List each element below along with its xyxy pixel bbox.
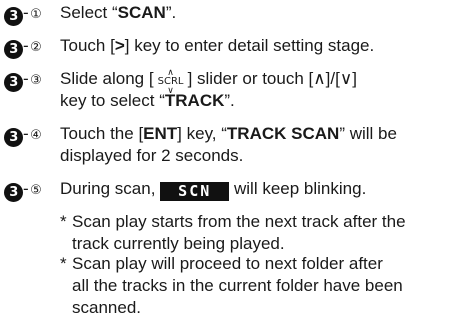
step-bullet-icon: 3 <box>4 7 23 26</box>
asterisk-icon: * <box>60 212 67 231</box>
step-4-line-2: displayed for 2 seconds. <box>60 146 244 165</box>
step-bullet-icon: 3 <box>4 128 23 147</box>
note-1: * Scan play starts from the next track a… <box>60 212 406 253</box>
note-2: * Scan play will proceed to next folder … <box>60 254 403 317</box>
step-number: 3-④ <box>4 123 60 147</box>
scan-indicator-badge: SCN <box>160 182 230 201</box>
step-number: 3-② <box>4 35 60 59</box>
step-bullet-icon: 3 <box>4 183 23 202</box>
step-number: 3-⑤ <box>4 178 60 202</box>
step-2: 3- ② Touch [>] key to enter detail setting… <box>4 35 374 59</box>
step-4: 3- ④ Touch the [ENT] key, “TRACK SCAN” wil… <box>4 123 397 147</box>
step-5: 3- ⑤ During scan, SCN will keep blinking. <box>4 178 366 202</box>
step-1: 3- ① Select “SCAN”. <box>4 2 176 26</box>
step-bullet-icon: 3 <box>4 40 23 59</box>
step-number: 3-③ <box>4 68 60 92</box>
step-3-line-2: key to select “TRACK”. <box>60 91 235 110</box>
asterisk-icon: * <box>60 254 67 273</box>
step-number: 3-① <box>4 2 60 26</box>
step-bullet-icon: 3 <box>4 73 23 92</box>
